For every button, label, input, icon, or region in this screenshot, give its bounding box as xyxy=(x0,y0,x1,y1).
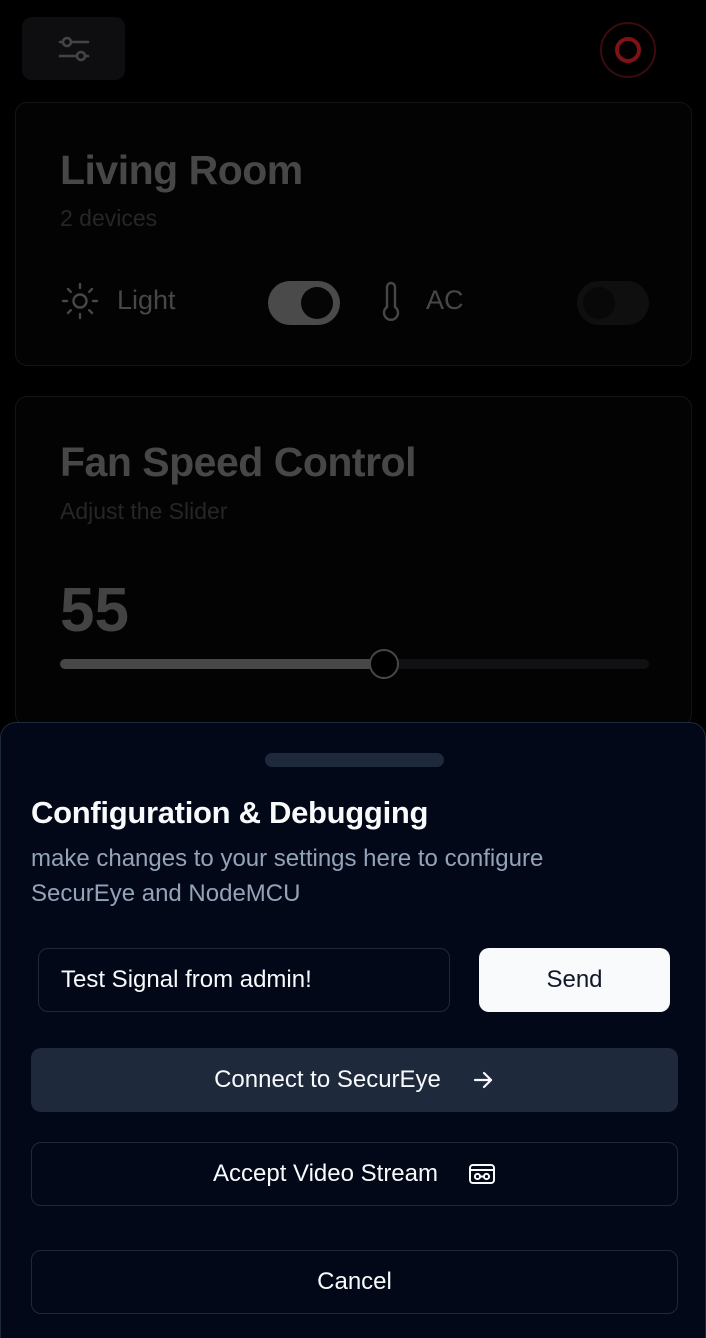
ac-toggle[interactable] xyxy=(577,281,649,325)
power-button[interactable] xyxy=(600,22,656,78)
fan-subtitle: Adjust the Slider xyxy=(60,498,228,524)
settings-button[interactable] xyxy=(22,17,125,80)
thermometer-icon xyxy=(376,281,406,328)
arrow-right-icon xyxy=(471,1068,495,1092)
toggle-knob xyxy=(301,287,333,319)
connect-label: Connect to SecurEye xyxy=(214,1066,441,1093)
light-toggle[interactable] xyxy=(268,281,340,325)
connect-securEye-button[interactable]: Connect to SecurEye xyxy=(31,1048,678,1112)
slider-thumb[interactable] xyxy=(368,649,399,679)
room-card: Living Room 2 devices Light AC xyxy=(15,102,692,366)
video-label: Accept Video Stream xyxy=(212,1160,438,1187)
device-label-ac: AC xyxy=(426,285,464,315)
sheet-title: Configuration & Debugging xyxy=(31,795,429,830)
cancel-button[interactable]: Cancel xyxy=(31,1250,678,1314)
cancel-label: Cancel xyxy=(317,1268,392,1295)
fan-card: Fan Speed Control Adjust the Slider 55 xyxy=(15,396,692,726)
sun-icon xyxy=(60,281,100,326)
sheet-description: make changes to your settings here to co… xyxy=(31,845,544,907)
power-ring-icon xyxy=(615,37,641,63)
fan-speed-slider[interactable] xyxy=(60,649,649,679)
fan-speed-value: 55 xyxy=(60,576,129,645)
device-label-light: Light xyxy=(117,285,176,315)
accept-video-stream-button[interactable]: Accept Video Stream xyxy=(31,1142,678,1206)
app-screen: Living Room 2 devices Light AC Fan Speed… xyxy=(0,0,706,1338)
slider-fill xyxy=(60,659,384,669)
signal-input[interactable] xyxy=(38,948,450,1012)
fan-title: Fan Speed Control xyxy=(60,439,416,485)
send-button[interactable]: Send xyxy=(479,948,670,1012)
vr-headset-icon xyxy=(468,1162,496,1186)
sheet-drag-handle[interactable] xyxy=(265,753,444,767)
room-title: Living Room xyxy=(60,147,303,193)
room-device-count: 2 devices xyxy=(60,205,158,231)
sliders-icon xyxy=(57,32,91,66)
toggle-knob xyxy=(583,287,615,319)
config-sheet: Configuration & Debugging make changes t… xyxy=(0,722,706,1338)
